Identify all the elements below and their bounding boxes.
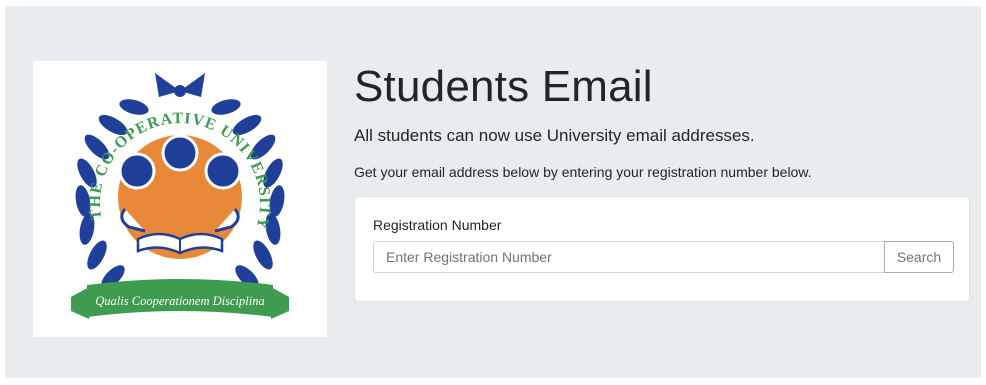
registration-number-input[interactable] bbox=[373, 241, 884, 273]
search-button[interactable]: Search bbox=[884, 241, 954, 273]
page-title: Students Email bbox=[354, 62, 653, 111]
university-logo-graphic: THE CO-OPERATIVE UNIVERSITY OF KENYA Qua… bbox=[33, 61, 289, 319]
registration-number-label: Registration Number bbox=[373, 217, 502, 233]
svg-text:Qualis Cooperationem Disciplin: Qualis Cooperationem Disciplina bbox=[95, 294, 264, 308]
instructions-text: Get your email address below by entering… bbox=[354, 164, 812, 180]
search-card: Registration Number Search bbox=[354, 196, 970, 302]
university-logo: THE CO-OPERATIVE UNIVERSITY OF KENYA Qua… bbox=[33, 61, 327, 337]
lead-text: All students can now use University emai… bbox=[354, 126, 755, 145]
